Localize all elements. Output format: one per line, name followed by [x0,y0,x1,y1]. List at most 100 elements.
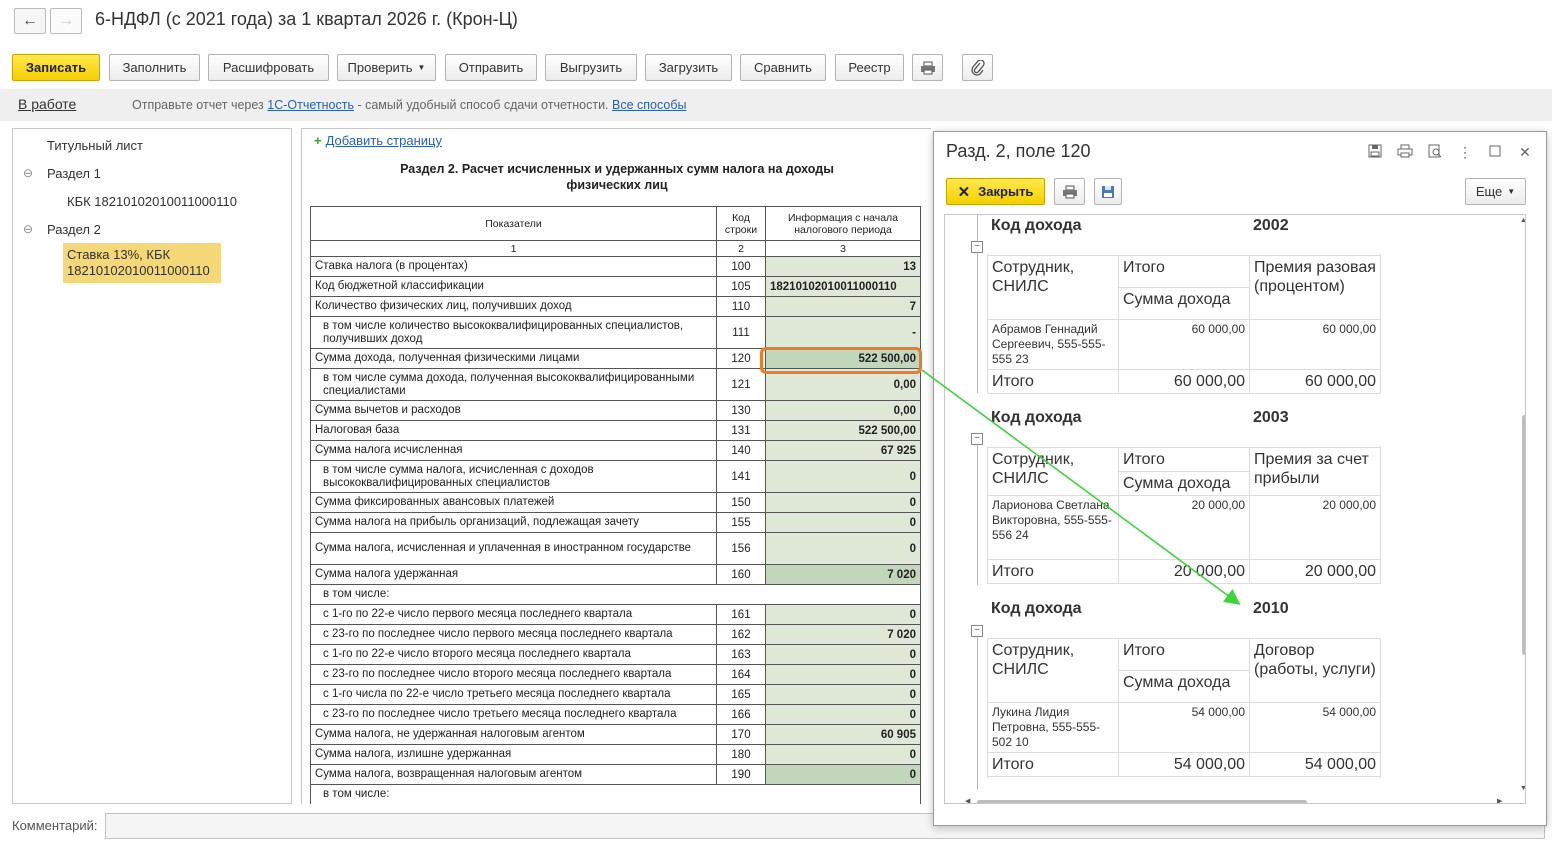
back-button[interactable]: ← [14,8,46,34]
row-value[interactable]: 13 [765,256,921,277]
fill-button[interactable]: Заполнить [109,54,200,81]
all-methods-link[interactable]: Все способы [612,98,686,112]
info-middle: - самый удобный способ сдачи отчетности. [357,98,609,112]
row-value[interactable]: 0 [765,492,921,513]
scroll-thumb[interactable] [1522,415,1525,655]
forward-button[interactable]: → [50,8,82,34]
scroll-thumb[interactable] [977,800,1307,803]
tree-item-section1[interactable]: Раздел 1 [47,166,101,181]
col-income-type: Премия за счет прибыли [1249,447,1381,496]
maximize-icon[interactable] [1486,144,1504,160]
row-value[interactable]: 0 [765,764,921,785]
row-value[interactable]: 0 [765,532,921,565]
amount-cell[interactable]: 54 000,00 [1118,702,1250,753]
employee-cell[interactable]: Лукина Лидия Петровна, 555-555-502 10 [987,702,1119,753]
add-page-link[interactable]: + Добавить страницу [314,133,442,148]
row-value[interactable]: 67 925 [765,440,921,461]
table-row: Лукина Лидия Петровна, 555-555-502 10 54… [987,702,1381,753]
income-code-value: 2002 [1253,217,1289,234]
tree-item-section2-rate-kbk[interactable]: Ставка 13%, КБК 18210102010011000110 [63,243,221,283]
amount-cell[interactable]: 60 000,00 [1118,319,1250,370]
save-button[interactable]: Записать [12,54,100,81]
popup-save-button[interactable] [1094,178,1122,205]
send-button[interactable]: Отправить [445,54,537,81]
row-label: Сумма налога, исчисленная и уплаченная в… [310,532,717,565]
vertical-scrollbar[interactable]: ▲ ▼ [1520,217,1525,792]
status-link[interactable]: В работе [18,96,76,112]
row-code: 140 [716,440,766,461]
total-type-value: 54 000,00 [1249,752,1381,777]
row-value[interactable]: 7 020 [765,624,921,645]
service-link[interactable]: 1С-Отчетность [267,98,354,112]
more-dropdown-button[interactable]: Еще ▼ [1465,178,1526,205]
collapse-icon[interactable]: ⊖ [23,222,33,236]
collapse-icon[interactable]: ⊖ [23,166,33,180]
row-value[interactable]: 0 [765,460,921,493]
collapse-icon[interactable]: − [971,625,983,637]
row-value[interactable]: 0,00 [765,400,921,421]
import-button[interactable]: Загрузить [645,54,732,81]
preview-icon[interactable] [1426,144,1444,161]
row-value[interactable]: 522 500,00 [765,420,921,441]
amount-type-cell[interactable]: 20 000,00 [1249,495,1381,560]
total-value: 20 000,00 [1118,559,1250,584]
compare-button[interactable]: Сравнить [740,54,826,81]
row-value[interactable]: 18210102010011000110 [765,276,921,297]
income-code-value: 2003 [1253,409,1289,426]
close-button[interactable]: ✕ Закрыть [946,178,1045,205]
close-icon[interactable]: ✕ [1516,144,1534,161]
save-icon[interactable] [1366,144,1384,161]
row-value[interactable]: 0 [765,644,921,665]
row-value[interactable]: 0 [765,512,921,533]
row-value[interactable]: 0 [765,664,921,685]
col-income-type: Премия разовая (процентом) [1249,255,1381,320]
print-button[interactable] [912,54,943,81]
tree-item-section2[interactable]: Раздел 2 [47,222,101,237]
row-value[interactable]: - [765,316,921,349]
row-value[interactable]: 0 [765,604,921,625]
tree-item-title-page[interactable]: Титульный лист [47,138,143,153]
row-label: Сумма налога исчисленная [310,440,717,461]
menu-icon[interactable]: ⋮ [1456,144,1474,161]
row-code: 162 [716,624,766,645]
income-code-label: Код дохода [991,217,1082,234]
row-value[interactable]: 0 [765,684,921,705]
scroll-down-icon[interactable]: ▼ [1520,785,1525,792]
popup-print-button[interactable] [1054,178,1085,205]
row-value[interactable]: 60 905 [765,724,921,745]
row-label: с 23-го по последнее число третьего меся… [310,704,717,725]
row-value[interactable]: 7 020 [765,564,921,585]
row-value[interactable]: 7 [765,296,921,317]
tree-item-section1-kbk[interactable]: КБК 18210102010011000110 [67,194,237,209]
employee-cell[interactable]: Абрамов Геннадий Сергеевич, 555-555-555 … [987,319,1119,370]
table-row: с 23-го по последнее число второго месяц… [310,664,921,685]
table-row: Абрамов Геннадий Сергеевич, 555-555-555 … [987,319,1381,370]
collapse-icon[interactable]: − [971,433,983,445]
col-total: Итого [1118,447,1250,472]
export-button[interactable]: Выгрузить [545,54,637,81]
decode-button[interactable]: Расшифровать [208,54,329,81]
amount-type-cell[interactable]: 60 000,00 [1249,319,1381,370]
employee-cell[interactable]: Ларионова Светлана Викторовна, 555-555-5… [987,495,1119,560]
forward-arrow-icon: → [58,12,74,29]
scroll-right-icon[interactable]: ▶ [1497,797,1502,803]
header-col-3: 3 [765,240,921,257]
scroll-left-icon[interactable]: ◀ [965,797,970,803]
check-dropdown-button[interactable]: Проверить ▼ [337,54,436,81]
row-label: в том числе количество высококвалифициро… [310,316,717,349]
row-label: Сумма налога, излишне удержанная [310,744,717,765]
collapse-icon[interactable]: − [971,241,983,253]
col-income-sum: Сумма дохода [1118,670,1250,703]
scroll-up-icon[interactable]: ▲ [1520,217,1525,224]
attach-button[interactable] [962,54,993,81]
total-value: 54 000,00 [1118,752,1250,777]
row-value[interactable]: 0 [765,744,921,765]
registry-button[interactable]: Реестр [835,54,904,81]
horizontal-scrollbar[interactable]: ◀ ▶ [965,797,1505,803]
amount-cell[interactable]: 20 000,00 [1118,495,1250,560]
row-label: Сумма фиксированных авансовых платежей [310,492,717,513]
table-row: с 1-го по 22-е число первого месяца посл… [310,604,921,625]
row-value[interactable]: 0 [765,704,921,725]
print-icon[interactable] [1396,144,1414,161]
amount-type-cell[interactable]: 54 000,00 [1249,702,1381,753]
